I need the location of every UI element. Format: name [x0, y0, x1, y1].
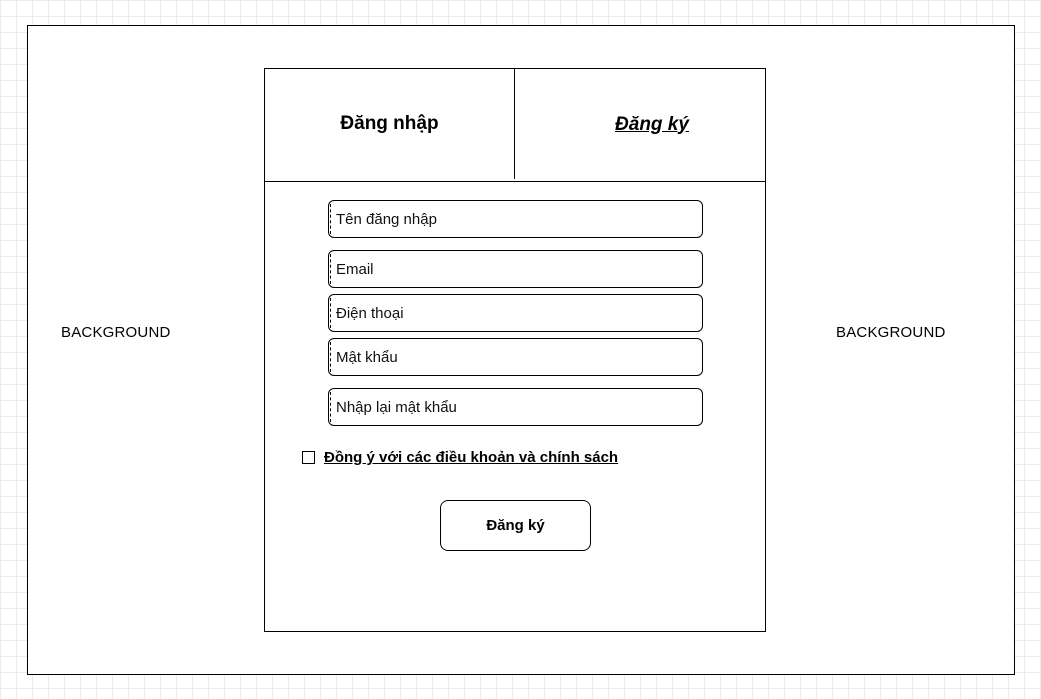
auth-tabs: Đăng nhập Đăng ký	[265, 69, 765, 182]
background-label-right: BACKGROUND	[836, 324, 946, 341]
phone-field[interactable]: Điện thoại	[328, 294, 703, 332]
tab-register[interactable]: Đăng ký	[515, 69, 765, 180]
confirm-password-field[interactable]: Nhập lại mật khẩu	[328, 388, 703, 426]
tab-login[interactable]: Đăng nhập	[265, 69, 515, 179]
username-field[interactable]: Tên đăng nhập	[328, 200, 703, 238]
background-label-left: BACKGROUND	[61, 324, 171, 341]
register-button[interactable]: Đăng ký	[440, 500, 591, 551]
email-field[interactable]: Email	[328, 250, 703, 288]
terms-link[interactable]: Đồng ý với các điều khoản và chính sách	[324, 449, 618, 466]
password-field[interactable]: Mật khẩu	[328, 338, 703, 376]
register-panel: Đăng nhập Đăng ký Tên đăng nhập Email Đi…	[264, 68, 766, 632]
terms-agreement: Đồng ý với các điều khoản và chính sách	[302, 449, 618, 466]
terms-checkbox[interactable]	[302, 451, 315, 464]
